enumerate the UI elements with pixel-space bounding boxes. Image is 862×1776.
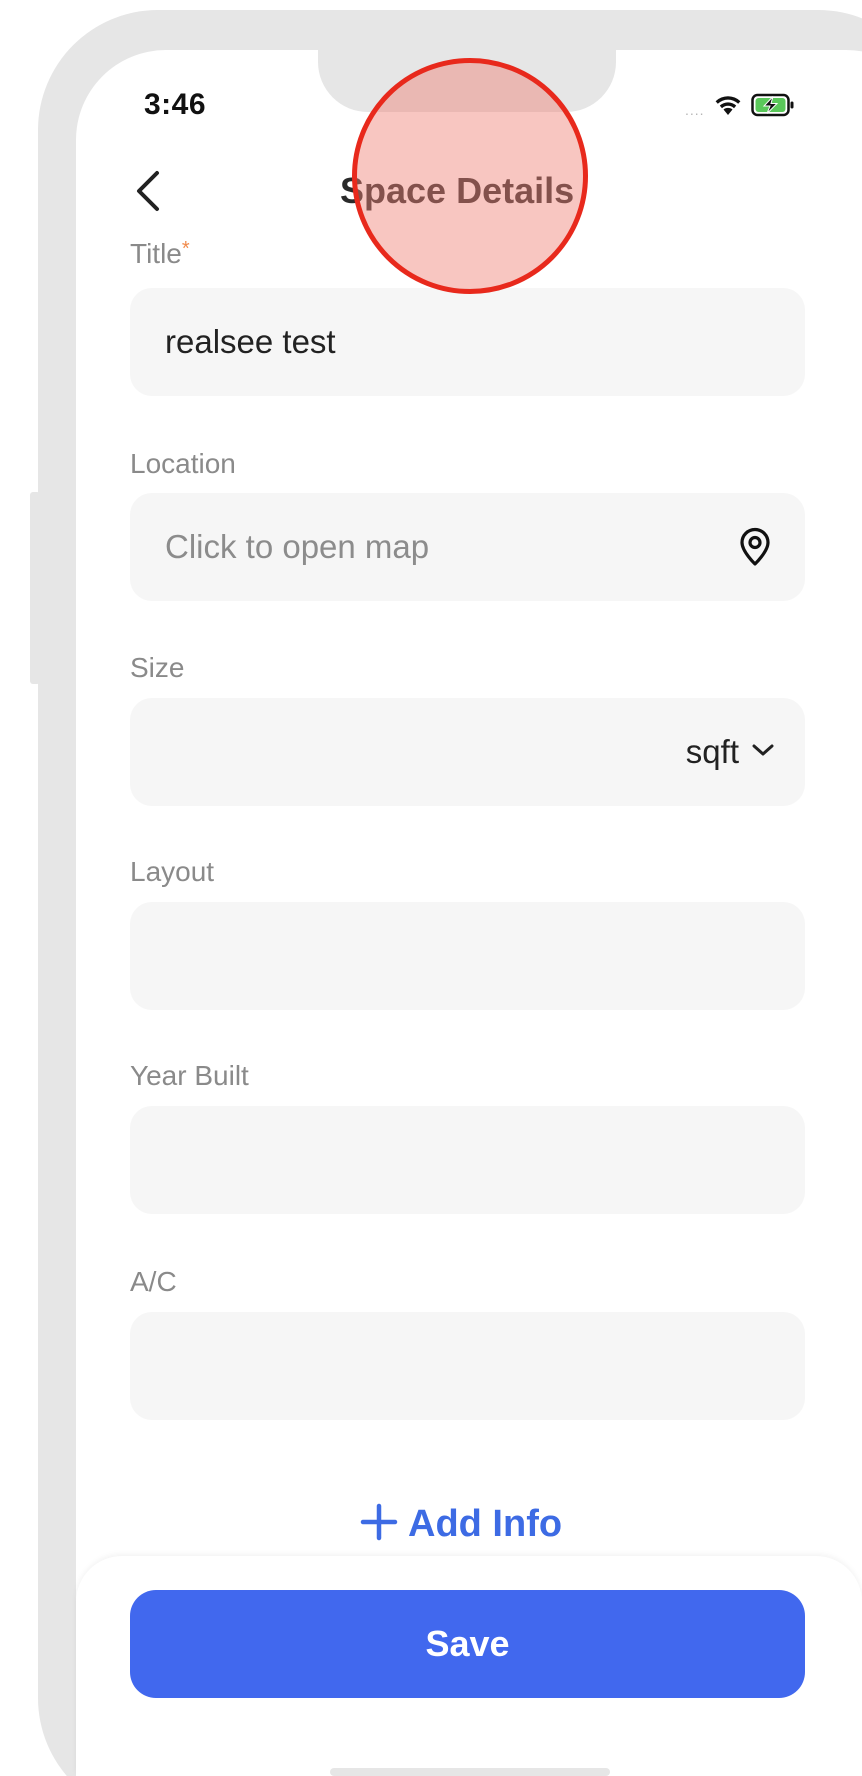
add-info-label: Add Info [408,1502,563,1545]
chevron-down-icon [751,742,775,763]
year-built-label: Year Built [130,1060,249,1091]
home-indicator [330,1768,610,1776]
status-time: 3:46 [144,88,207,121]
layout-label: Layout [130,856,215,887]
page: 3:46 .... Space Details Title* realsee t… [0,0,862,1776]
signal-dots: .... [685,102,705,118]
size-label: Size [130,652,185,683]
title-label: Title* [130,238,190,270]
title-label-text: Title [130,238,182,269]
title-field-value: realsee test [165,323,336,360]
ac-field[interactable] [130,1312,805,1420]
add-info-button[interactable]: Add Info [360,1496,562,1552]
unit-select-value: sqft [685,733,739,770]
title-field[interactable]: realsee test [130,288,805,396]
wifi-icon [713,93,743,122]
phone-side-button [30,492,40,684]
unit-select[interactable]: sqft [686,698,775,806]
plus-icon [360,1503,398,1546]
location-label: Location [130,448,236,479]
location-placeholder: Click to open map [165,528,430,565]
layout-field[interactable] [130,902,805,1010]
size-field[interactable]: sqft [130,698,805,806]
phone-notch [318,50,616,112]
location-pin-icon[interactable] [735,527,775,567]
battery-charging-icon [750,92,797,123]
back-button[interactable] [128,168,168,218]
ac-label: A/C [130,1266,177,1297]
page-title: Space Details [340,170,575,211]
required-mark: * [181,238,190,260]
status-icons: .... [685,92,797,122]
save-button[interactable]: Save [130,1590,805,1698]
location-field[interactable]: Click to open map [130,493,805,601]
year-built-field[interactable] [130,1106,805,1214]
chevron-left-icon [133,169,163,218]
